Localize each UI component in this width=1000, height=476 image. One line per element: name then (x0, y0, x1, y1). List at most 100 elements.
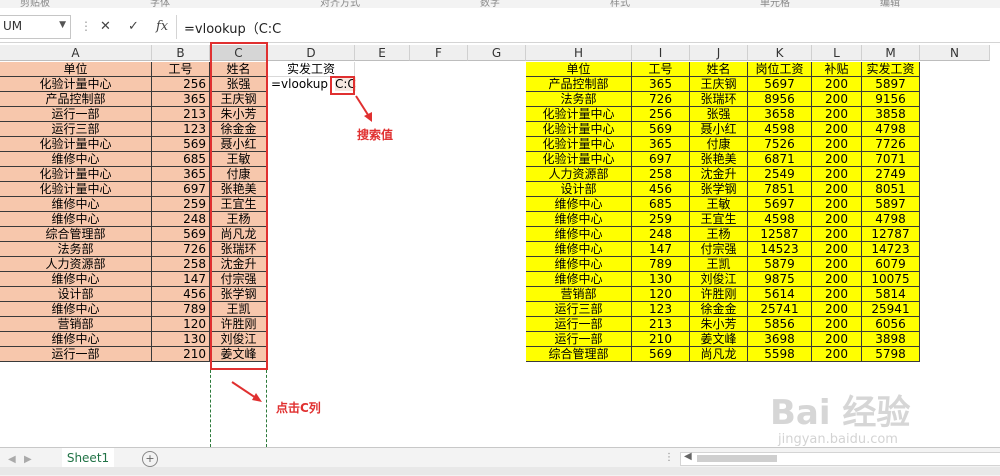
table-cell[interactable]: 5798 (862, 347, 920, 362)
table-cell[interactable]: 维修中心 (526, 272, 632, 287)
scrollbar-thumb[interactable] (697, 455, 777, 462)
column-header-b[interactable]: B (152, 45, 210, 61)
table-cell[interactable]: 维修中心 (0, 332, 152, 347)
table-cell[interactable]: 200 (812, 197, 862, 212)
column-header-e[interactable]: E (355, 45, 410, 61)
table-cell[interactable]: 法务部 (0, 242, 152, 257)
table-cell[interactable]: 尚凡龙 (690, 347, 748, 362)
table-cell[interactable]: 2749 (862, 167, 920, 182)
table-cell[interactable]: 258 (152, 257, 210, 272)
table-cell[interactable]: 456 (152, 287, 210, 302)
table-cell[interactable]: 运行三部 (0, 122, 152, 137)
table-cell[interactable]: 10075 (862, 272, 920, 287)
column-header-h[interactable]: H (526, 45, 632, 61)
table-cell[interactable]: 365 (152, 92, 210, 107)
table-cell[interactable]: 130 (632, 272, 690, 287)
table-cell[interactable]: 256 (152, 77, 210, 92)
table-cell[interactable]: 4798 (862, 122, 920, 137)
table-cell[interactable]: 人力资源部 (526, 167, 632, 182)
table-cell[interactable]: 123 (632, 302, 690, 317)
chevron-down-icon[interactable]: ▼ (59, 20, 66, 30)
table-cell[interactable]: 256 (632, 107, 690, 122)
table-cell[interactable]: 化验计量中心 (526, 122, 632, 137)
table-cell[interactable]: 化验计量中心 (526, 137, 632, 152)
table-cell[interactable]: 维修中心 (0, 212, 152, 227)
table-cell[interactable]: 5598 (748, 347, 812, 362)
next-sheet-icon[interactable]: ▶ (24, 454, 32, 465)
table-cell[interactable]: 248 (152, 212, 210, 227)
table-cell[interactable]: 25741 (748, 302, 812, 317)
table-cell[interactable]: 12587 (748, 227, 812, 242)
table-cell[interactable]: 123 (152, 122, 210, 137)
column-header-k[interactable]: K (748, 45, 812, 61)
table-cell[interactable]: 6871 (748, 152, 812, 167)
table-cell[interactable]: 化验计量中心 (0, 182, 152, 197)
table-cell[interactable]: 维修中心 (526, 257, 632, 272)
table-cell[interactable]: 设计部 (0, 287, 152, 302)
table-cell[interactable]: 200 (812, 92, 862, 107)
table-cell[interactable]: 王杨 (690, 227, 748, 242)
table-cell[interactable]: 7851 (748, 182, 812, 197)
table-cell[interactable]: 5614 (748, 287, 812, 302)
table-cell[interactable]: 25941 (862, 302, 920, 317)
table-cell[interactable]: 12787 (862, 227, 920, 242)
table-cell[interactable]: 200 (812, 347, 862, 362)
table-cell[interactable]: 365 (632, 77, 690, 92)
table-cell[interactable]: 张瑞环 (690, 92, 748, 107)
column-header-i[interactable]: I (632, 45, 690, 61)
table-cell[interactable]: 200 (812, 332, 862, 347)
table-cell[interactable]: 120 (632, 287, 690, 302)
table-cell[interactable]: 维修中心 (526, 197, 632, 212)
header-cell[interactable]: 工号 (152, 62, 210, 77)
table-cell[interactable]: 营销部 (0, 317, 152, 332)
table-cell[interactable]: 运行一部 (526, 332, 632, 347)
table-cell[interactable]: 789 (632, 257, 690, 272)
column-header-f[interactable]: F (410, 45, 468, 61)
table-cell[interactable]: 人力资源部 (0, 257, 152, 272)
column-header-d[interactable]: D (268, 45, 355, 61)
header-cell[interactable]: 实发工资 (268, 62, 355, 77)
table-cell[interactable]: 王敏 (690, 197, 748, 212)
table-cell[interactable]: 维修中心 (0, 197, 152, 212)
table-cell[interactable]: 789 (152, 302, 210, 317)
table-cell[interactable]: 569 (632, 347, 690, 362)
table-cell[interactable]: 120 (152, 317, 210, 332)
formula-input[interactable]: =vlookup（C:C (184, 18, 281, 37)
table-cell[interactable]: 刘俊江 (690, 272, 748, 287)
table-cell[interactable]: 付康 (690, 137, 748, 152)
header-cell[interactable]: 实发工资 (862, 62, 920, 77)
table-cell[interactable]: 4598 (748, 212, 812, 227)
scroll-left-icon[interactable]: ◀ (684, 451, 692, 462)
table-cell[interactable]: 张强 (690, 107, 748, 122)
table-cell[interactable]: 7526 (748, 137, 812, 152)
table-cell[interactable]: 9875 (748, 272, 812, 287)
table-cell[interactable]: 697 (632, 152, 690, 167)
table-cell[interactable]: 3858 (862, 107, 920, 122)
table-cell[interactable]: 维修中心 (526, 212, 632, 227)
table-cell[interactable]: 200 (812, 287, 862, 302)
table-cell[interactable]: 维修中心 (0, 152, 152, 167)
table-cell[interactable]: 200 (812, 302, 862, 317)
table-cell[interactable]: 王宜生 (690, 212, 748, 227)
table-cell[interactable]: 运行一部 (0, 107, 152, 122)
table-cell[interactable]: 4798 (862, 212, 920, 227)
table-cell[interactable]: 9156 (862, 92, 920, 107)
table-cell[interactable]: 8051 (862, 182, 920, 197)
table-cell[interactable]: 200 (812, 77, 862, 92)
table-cell[interactable]: 200 (812, 122, 862, 137)
table-cell[interactable]: 569 (152, 137, 210, 152)
cancel-icon[interactable]: ✕ (100, 19, 111, 34)
table-cell[interactable]: 365 (152, 167, 210, 182)
table-cell[interactable]: 5697 (748, 77, 812, 92)
header-cell[interactable]: 岗位工资 (748, 62, 812, 77)
table-cell[interactable]: 259 (152, 197, 210, 212)
table-cell[interactable]: 张艳美 (690, 152, 748, 167)
horizontal-scrollbar[interactable]: ◀ (680, 451, 1000, 466)
table-cell[interactable]: 维修中心 (0, 272, 152, 287)
tab-split-handle-icon[interactable]: ⋮ (664, 452, 674, 463)
table-cell[interactable]: 法务部 (526, 92, 632, 107)
table-cell[interactable]: 产品控制部 (526, 77, 632, 92)
table-cell[interactable]: 147 (152, 272, 210, 287)
table-cell[interactable]: 697 (152, 182, 210, 197)
column-header-l[interactable]: L (812, 45, 862, 61)
